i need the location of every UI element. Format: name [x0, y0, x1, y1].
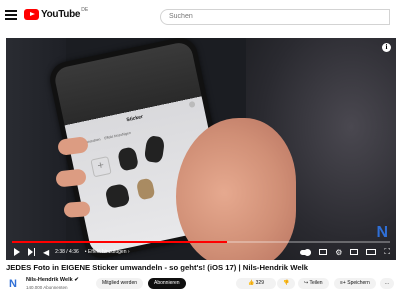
video-hand: [176, 118, 296, 260]
like-count: 329: [255, 280, 264, 286]
player-controls: ◀ 2:38 / 4:36 • Effekt hinzufügen › ⚙ ⛶: [6, 244, 396, 260]
youtube-logo[interactable]: YouTube DE: [24, 6, 89, 20]
cat-sticker: [135, 177, 156, 201]
save-button[interactable]: ≡+ Speichern: [334, 278, 376, 289]
add-sticker-icon: +: [90, 156, 112, 178]
info-icon[interactable]: i: [382, 43, 391, 52]
share-button[interactable]: ↪ Teilen: [298, 278, 329, 289]
thumbs-down-icon: 👎: [283, 280, 290, 286]
video-title: JEDES Foto in EIGENE Sticker umwandeln -…: [6, 263, 309, 272]
theater-mode-icon[interactable]: [366, 249, 377, 255]
youtube-play-icon: [24, 9, 39, 20]
settings-gear-icon[interactable]: ⚙: [335, 248, 342, 257]
save-label: Speichern: [347, 280, 370, 286]
thumbs-up-icon: 👍: [248, 280, 255, 286]
dislike-button[interactable]: 👎: [277, 278, 295, 289]
logo-country-code: DE: [81, 6, 89, 13]
video-finger: [63, 201, 91, 218]
time-display: 2:38 / 4:36: [55, 249, 79, 255]
search-input[interactable]: [167, 12, 371, 21]
more-actions-button[interactable]: ...: [380, 278, 394, 289]
progress-bar-fill: [12, 241, 228, 243]
sticker-tab: Effekt hinzufügen: [103, 130, 132, 141]
video-player[interactable]: Sticker Neu anordnen Effekt hinzufügen +…: [6, 38, 396, 260]
logo-text: YouTube: [41, 9, 81, 20]
hamburger-menu-icon[interactable]: [5, 10, 17, 22]
save-playlist-icon: ≡+: [340, 280, 346, 286]
channel-avatar[interactable]: N: [6, 277, 20, 291]
next-icon[interactable]: [28, 248, 35, 256]
fullscreen-icon[interactable]: ⛶: [384, 247, 390, 257]
subscribe-button[interactable]: Abonnieren: [148, 278, 186, 289]
channel-row: N Nils-Hendrik Welk ✔ 140.000 Abonnenten…: [6, 276, 396, 291]
verified-icon: ✔: [74, 277, 79, 283]
like-button[interactable]: 👍 329: [236, 278, 276, 289]
channel-watermark[interactable]: N: [376, 224, 388, 242]
share-label: Teilen: [309, 280, 323, 286]
cat-sticker: [143, 135, 166, 164]
progress-bar[interactable]: [12, 241, 390, 243]
chapter-title[interactable]: • Effekt hinzufügen ›: [85, 249, 130, 255]
autoplay-toggle[interactable]: [300, 248, 312, 256]
subscriber-count: 140.000 Abonnenten: [26, 285, 68, 290]
volume-icon[interactable]: ◀: [43, 248, 49, 257]
cat-sticker: [104, 182, 131, 209]
channel-name[interactable]: Nils-Hendrik Welk ✔: [26, 277, 79, 283]
channel-name-text[interactable]: Nils-Hendrik Welk: [26, 277, 73, 283]
right-controls: ⚙ ⛶: [300, 247, 390, 257]
miniplayer-icon[interactable]: [350, 249, 359, 255]
join-button[interactable]: Mitglied werden: [96, 278, 144, 289]
play-icon[interactable]: [14, 248, 20, 256]
search-box[interactable]: [160, 9, 390, 25]
share-icon: ↪: [304, 280, 309, 286]
top-bar: YouTube DE: [0, 0, 396, 34]
subtitles-icon[interactable]: [319, 249, 328, 255]
cat-sticker: [116, 146, 140, 172]
sticker-sheet-title: Sticker: [125, 113, 144, 124]
